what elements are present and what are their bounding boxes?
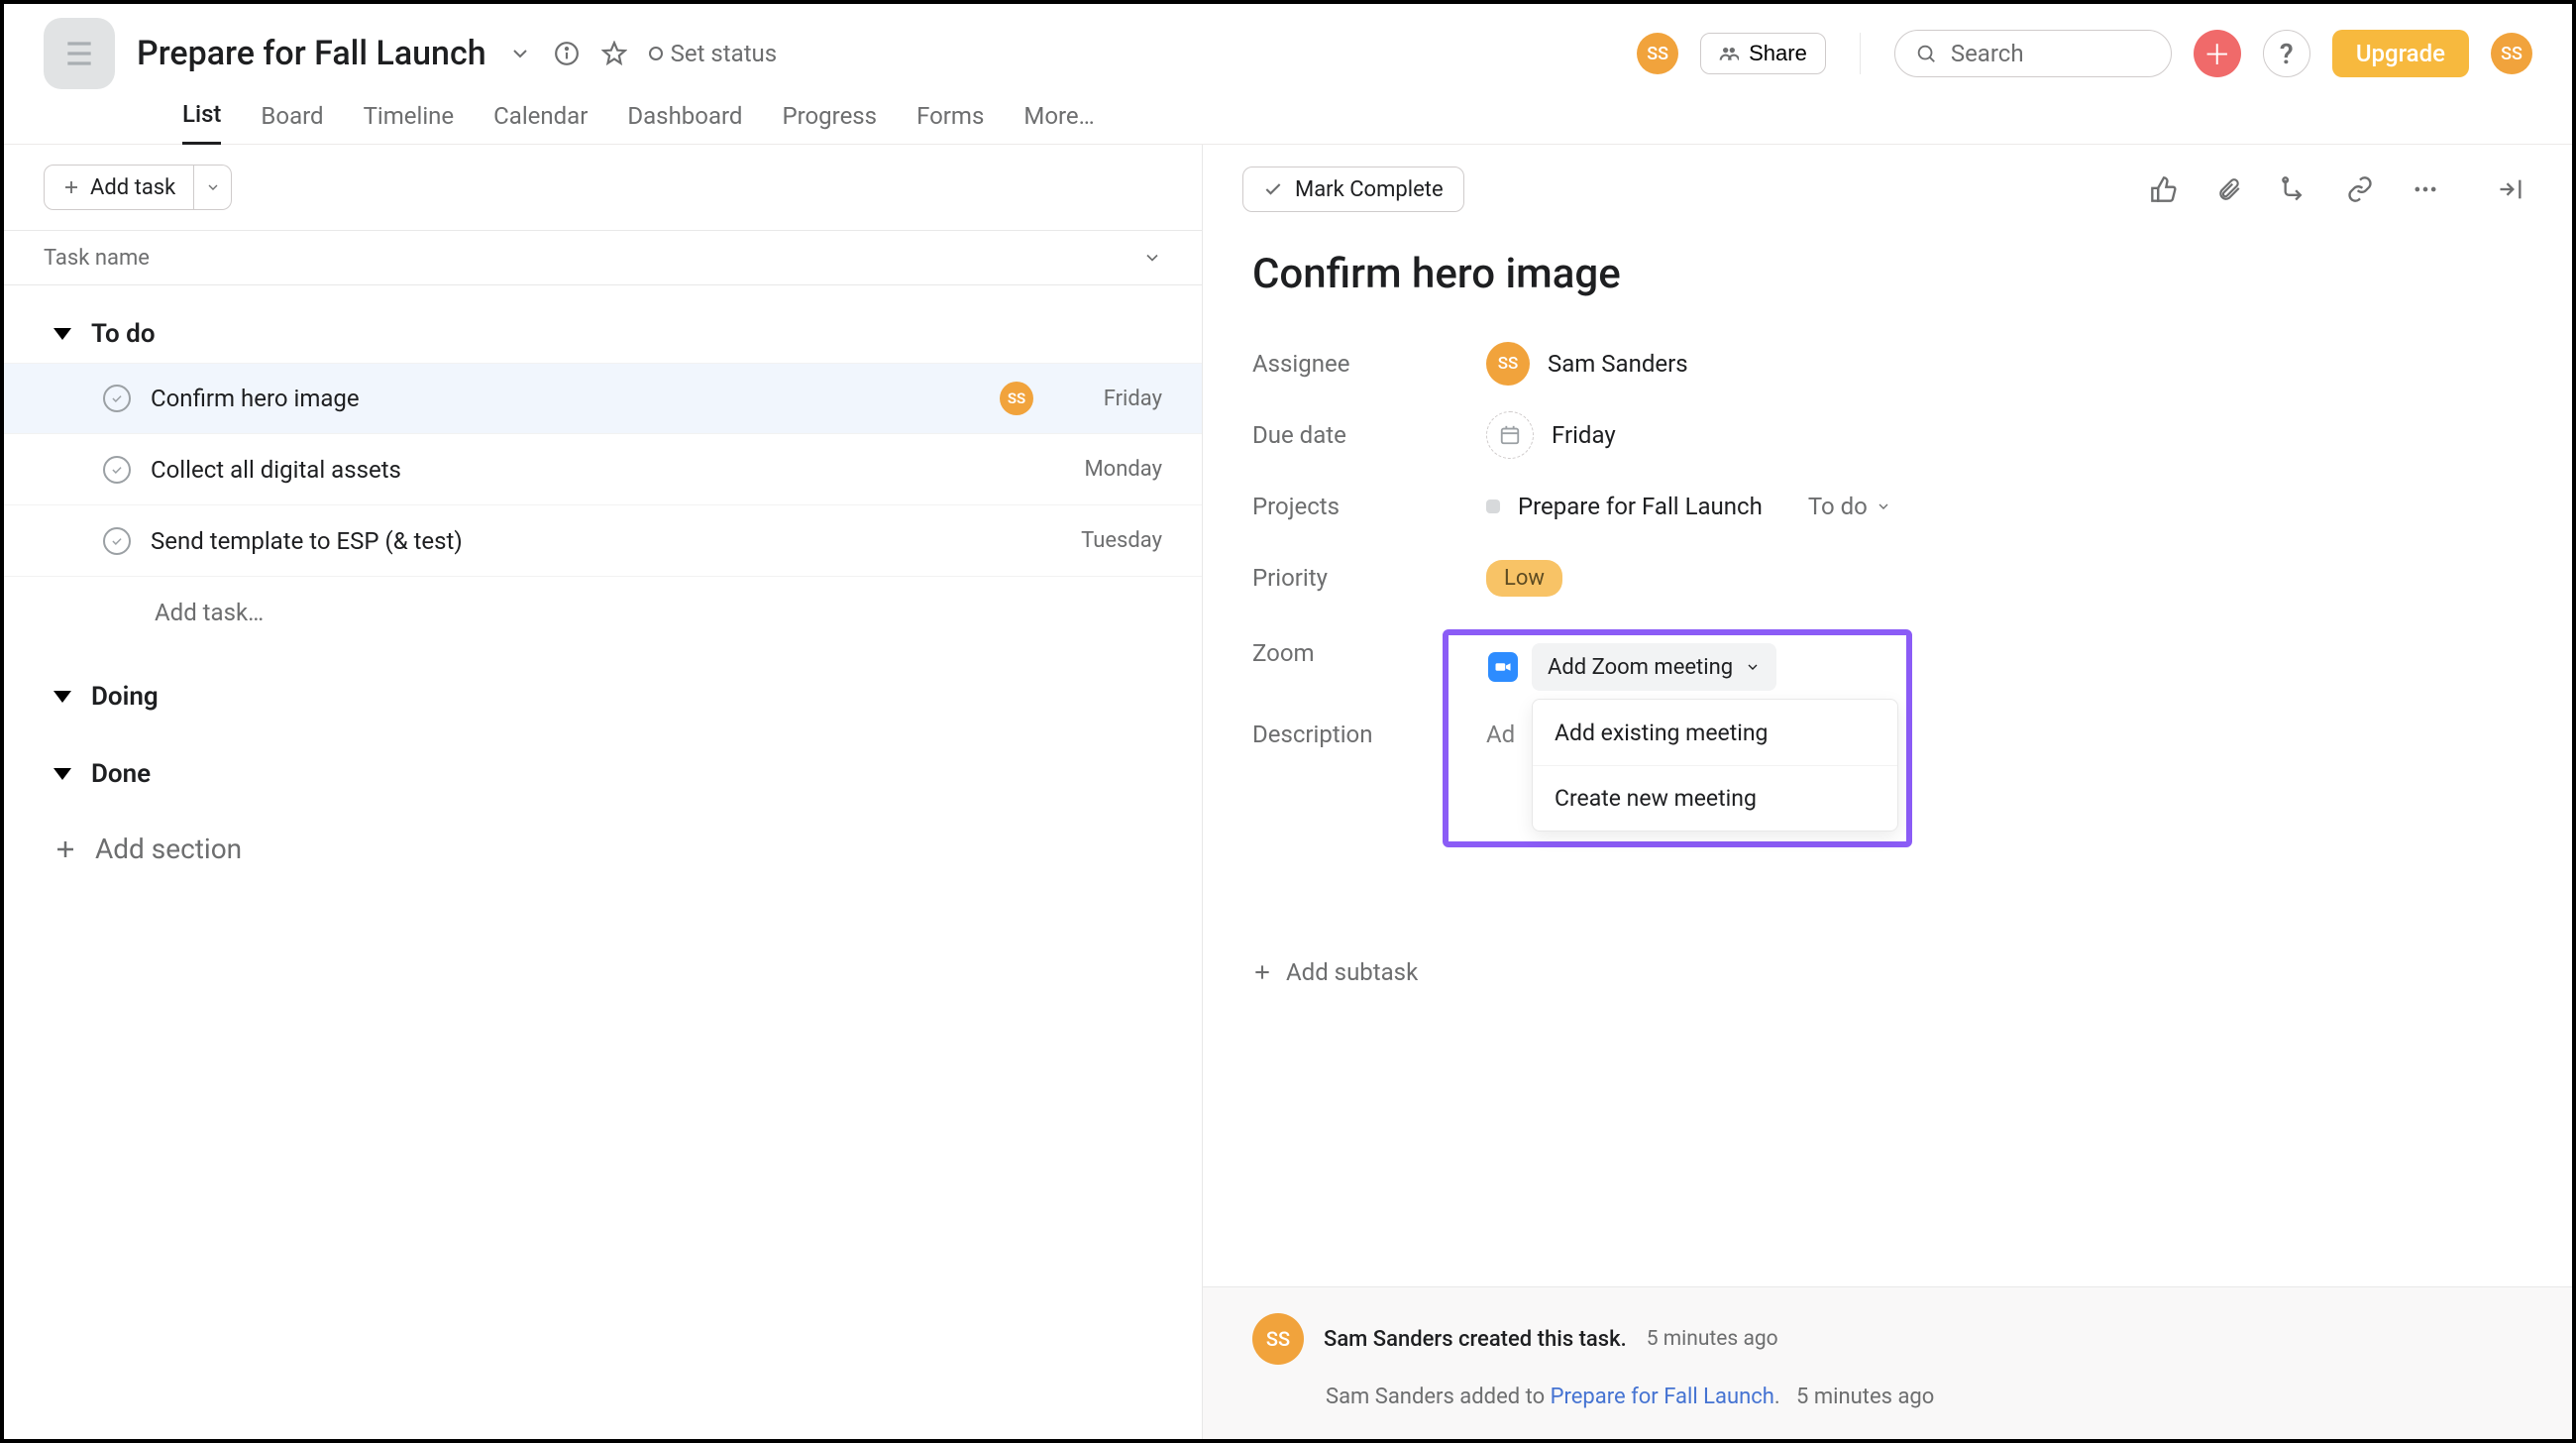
tab-timeline[interactable]: Timeline xyxy=(364,102,455,144)
global-create-button[interactable]: ＋ xyxy=(2194,30,2241,77)
activity-avatar: SS xyxy=(1252,1313,1304,1365)
zoom-option-add-existing[interactable]: Add existing meeting xyxy=(1533,700,1897,765)
activity-line-1: Sam Sanders created this task. xyxy=(1324,1327,1627,1352)
due-text: Friday xyxy=(1053,387,1162,411)
tab-board[interactable]: Board xyxy=(261,102,323,144)
project-color-icon xyxy=(1486,500,1500,513)
info-icon[interactable] xyxy=(554,41,580,66)
triangle-down-icon xyxy=(54,328,71,340)
projects-value[interactable]: Prepare for Fall Launch To do xyxy=(1486,493,1891,520)
attachment-icon[interactable] xyxy=(2207,176,2251,202)
add-task-dropdown[interactable] xyxy=(194,165,232,210)
like-icon[interactable] xyxy=(2142,175,2186,203)
triangle-down-icon xyxy=(54,768,71,780)
assignee-avatar[interactable]: SS xyxy=(1000,382,1033,415)
star-icon[interactable] xyxy=(601,41,627,66)
section-header[interactable]: Done xyxy=(4,725,1202,803)
tab-progress[interactable]: Progress xyxy=(782,102,877,144)
project-icon[interactable] xyxy=(44,18,115,89)
add-section-button[interactable]: Add section xyxy=(4,803,1202,895)
priority-label: Priority xyxy=(1252,564,1486,592)
tab-dashboard[interactable]: Dashboard xyxy=(627,102,742,144)
task-title: Confirm hero image xyxy=(151,385,980,412)
add-zoom-meeting-button[interactable]: Add Zoom meeting xyxy=(1532,643,1776,691)
task-row[interactable]: Send template to ESP (& test) Tuesday xyxy=(4,505,1202,577)
zoom-dropdown: Add existing meeting Create new meeting xyxy=(1532,699,1898,832)
add-subtask-button[interactable]: Add subtask xyxy=(1252,958,2522,986)
task-row[interactable]: Confirm hero image SS Friday xyxy=(4,363,1202,434)
assignee-avatar: SS xyxy=(1486,342,1530,386)
task-title: Send template to ESP (& test) xyxy=(151,527,1033,555)
chevron-down-icon xyxy=(1876,499,1891,514)
task-row[interactable]: Collect all digital assets Monday xyxy=(4,434,1202,505)
due-date-label: Due date xyxy=(1252,421,1486,449)
due-text: Tuesday xyxy=(1053,528,1162,553)
priority-pill[interactable]: Low xyxy=(1486,560,1562,597)
task-title: Collect all digital assets xyxy=(151,456,1033,484)
user-avatar[interactable]: SS xyxy=(2491,33,2532,74)
share-button[interactable]: Share xyxy=(1700,33,1826,74)
chevron-down-icon xyxy=(1745,659,1761,675)
subtask-icon[interactable] xyxy=(2273,175,2316,203)
help-button[interactable]: ? xyxy=(2263,30,2310,77)
chevron-down-icon[interactable] xyxy=(508,42,532,65)
complete-toggle[interactable] xyxy=(103,527,131,555)
add-task-button[interactable]: Add task xyxy=(44,165,194,210)
activity-time-1: 5 minutes ago xyxy=(1647,1327,1778,1351)
list-column-header: Task name xyxy=(4,230,1202,285)
set-status-button[interactable]: Set status xyxy=(649,40,778,67)
triangle-down-icon xyxy=(54,691,71,703)
projects-label: Projects xyxy=(1252,493,1486,520)
section-header[interactable]: To do xyxy=(4,285,1202,363)
search-input[interactable]: Search xyxy=(1894,30,2172,77)
tab-forms[interactable]: Forms xyxy=(916,102,984,144)
section-header[interactable]: Doing xyxy=(4,648,1202,725)
due-text: Monday xyxy=(1053,457,1162,482)
due-date-value[interactable]: Friday xyxy=(1486,411,1616,459)
task-title[interactable]: Confirm hero image xyxy=(1252,250,2522,298)
activity-project-link[interactable]: Prepare for Fall Launch xyxy=(1551,1385,1774,1409)
upgrade-button[interactable]: Upgrade xyxy=(2332,30,2469,77)
complete-toggle[interactable] xyxy=(103,456,131,484)
mark-complete-button[interactable]: Mark Complete xyxy=(1242,166,1464,212)
zoom-icon xyxy=(1488,652,1518,682)
add-task-inline[interactable]: Add task… xyxy=(4,577,1202,648)
member-avatar[interactable]: SS xyxy=(1637,33,1678,74)
zoom-field-highlight: Add Zoom meeting Add existing meeting Cr… xyxy=(1443,629,1912,847)
search-icon xyxy=(1915,43,1937,64)
project-section-selector[interactable]: To do xyxy=(1808,493,1891,520)
tab-calendar[interactable]: Calendar xyxy=(493,102,588,144)
complete-toggle[interactable] xyxy=(103,385,131,412)
project-title[interactable]: Prepare for Fall Launch xyxy=(137,34,486,73)
zoom-option-create-new[interactable]: Create new meeting xyxy=(1533,765,1897,831)
activity-line-2: Sam Sanders added to Prepare for Fall La… xyxy=(1252,1385,2522,1409)
tab-list[interactable]: List xyxy=(182,100,221,145)
assignee-label: Assignee xyxy=(1252,350,1486,378)
chevron-down-icon[interactable] xyxy=(1142,248,1162,268)
more-icon[interactable] xyxy=(2404,175,2447,203)
tab-more[interactable]: More… xyxy=(1023,102,1094,144)
assignee-value[interactable]: SS Sam Sanders xyxy=(1486,342,1688,386)
link-icon[interactable] xyxy=(2338,175,2382,203)
calendar-icon xyxy=(1486,411,1534,459)
collapse-icon[interactable] xyxy=(2489,175,2532,203)
